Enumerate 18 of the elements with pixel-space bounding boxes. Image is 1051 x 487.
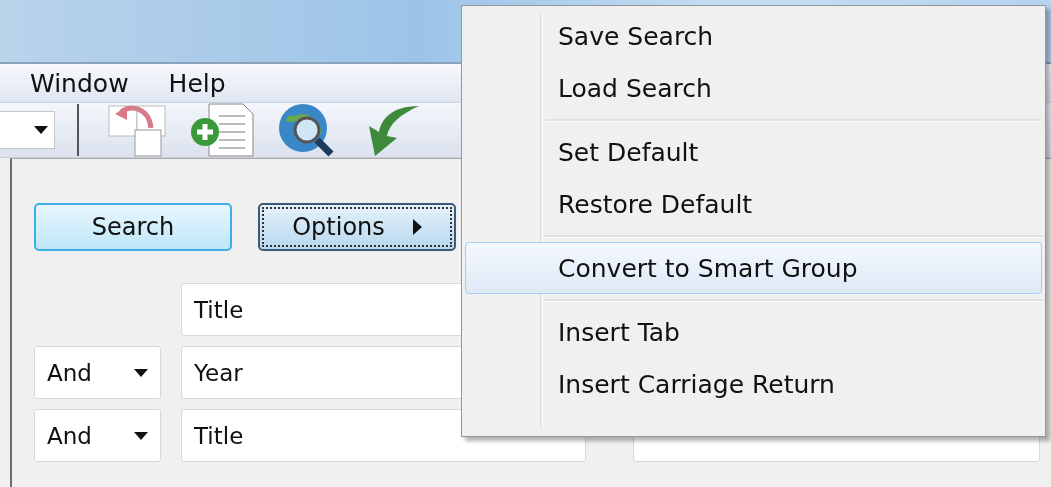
menu-option[interactable]: Convert to Smart Group (465, 242, 1042, 294)
menu-option[interactable]: Set Default (465, 126, 1042, 178)
operator-dropdown[interactable]: And (34, 346, 161, 399)
caret-icon (134, 368, 148, 377)
operator-dropdown[interactable]: And (34, 409, 161, 462)
menu-option[interactable]: Restore Default (465, 178, 1042, 230)
menu-option[interactable]: Load Search (465, 62, 1042, 114)
search-button[interactable]: Search (34, 203, 232, 251)
caret-icon (34, 126, 48, 134)
options-button[interactable]: Options (258, 203, 456, 251)
menu-item[interactable]: Window (30, 68, 129, 98)
caret-icon (134, 431, 148, 440)
menu-option[interactable]: Save Search (465, 10, 1042, 62)
document-undo-icon[interactable] (107, 102, 167, 158)
dropdown[interactable] (0, 111, 55, 149)
submenu-arrow-icon (412, 219, 422, 235)
add-document-icon[interactable] (189, 102, 255, 158)
menu-item[interactable]: Help (168, 68, 226, 98)
